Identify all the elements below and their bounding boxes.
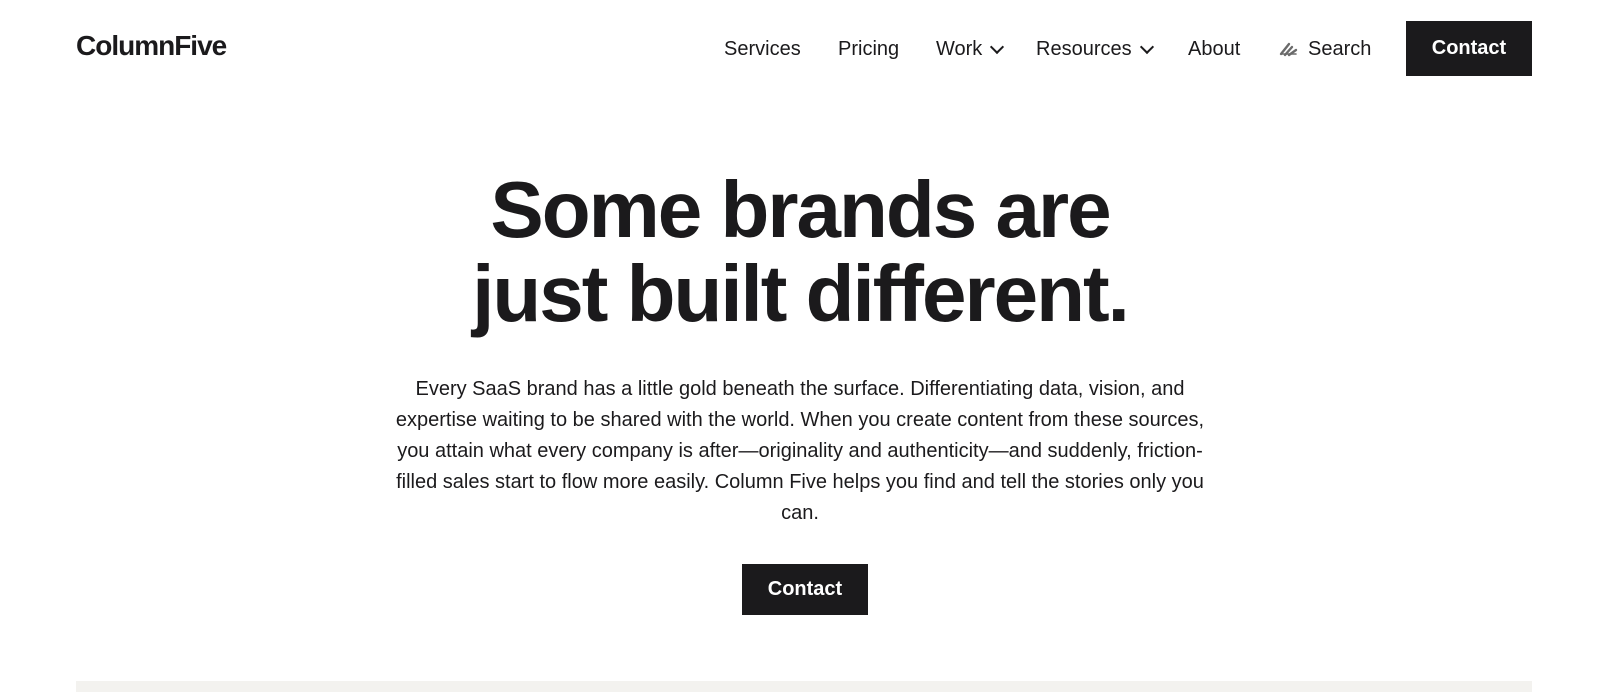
nav-about-label: About bbox=[1188, 37, 1241, 60]
nav-resources[interactable]: Resources bbox=[1036, 36, 1154, 62]
nav-services-label: Services bbox=[724, 37, 801, 60]
search-icon bbox=[1279, 42, 1298, 57]
site-header: ColumnFive Services Pricing Work Resourc… bbox=[0, 0, 1600, 98]
nav-work-label: Work bbox=[936, 37, 983, 60]
hero-headline-line-2: just built different. bbox=[472, 249, 1130, 338]
nav-search-label: Search bbox=[1308, 37, 1372, 60]
nav-resources-label: Resources bbox=[1036, 37, 1132, 60]
next-section-band bbox=[76, 681, 1532, 692]
hero-headline: Some brands are just built different. bbox=[0, 168, 1600, 336]
header-contact-button[interactable]: Contact bbox=[1406, 21, 1532, 76]
chevron-down-icon bbox=[1139, 39, 1154, 54]
hero-headline-line-1: Some brands are bbox=[490, 165, 1111, 254]
nav-services[interactable]: Services bbox=[724, 36, 801, 62]
chevron-down-icon bbox=[990, 39, 1005, 54]
nav-search[interactable]: Search bbox=[1278, 36, 1371, 62]
nav-work[interactable]: Work bbox=[936, 36, 1005, 62]
nav-about[interactable]: About bbox=[1188, 36, 1240, 62]
hero-intro-text: Every SaaS brand has a little gold benea… bbox=[395, 378, 1205, 524]
column-five-logo[interactable]: ColumnFive bbox=[76, 30, 227, 62]
hero-contact-button[interactable]: Contact bbox=[742, 564, 868, 615]
nav-pricing-label: Pricing bbox=[838, 37, 900, 60]
nav-pricing[interactable]: Pricing bbox=[838, 36, 899, 62]
